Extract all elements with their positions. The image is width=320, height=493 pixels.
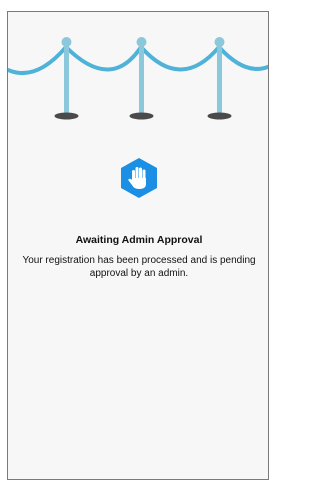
velvet-rope [8, 43, 268, 76]
status-message: Your registration has been processed and… [22, 255, 256, 279]
stanchion-rope-illustration [8, 37, 268, 120]
stanchion-post [129, 37, 154, 120]
page-title: Awaiting Admin Approval [75, 234, 203, 246]
hand-stop-icon [121, 158, 157, 198]
stanchion-post [207, 37, 232, 120]
screen-frame: Awaiting Admin Approval Your registratio… [7, 11, 269, 480]
stanchion-post [54, 37, 79, 120]
